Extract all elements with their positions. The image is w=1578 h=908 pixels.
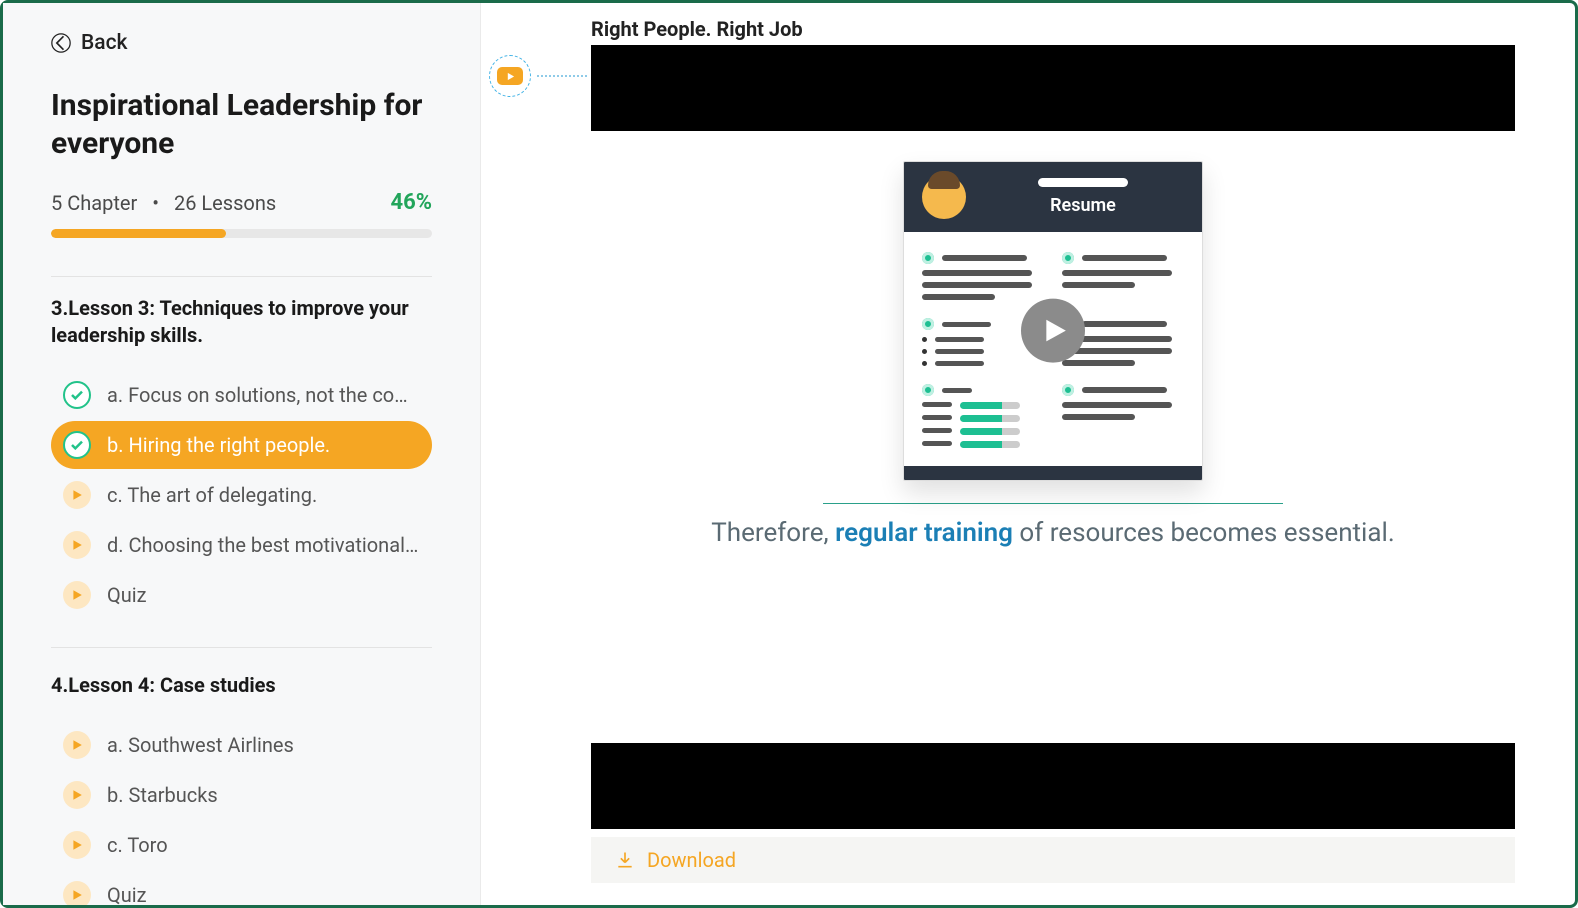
sidebar-header: Back Inspirational Leadership for everyo…	[3, 3, 480, 254]
lesson-item[interactable]: a. Focus on solutions, not the com…	[51, 371, 432, 419]
chapters-count: 5 Chapter	[51, 191, 137, 215]
section-divider	[51, 647, 432, 648]
back-icon	[51, 33, 71, 53]
avatar-icon	[922, 175, 966, 219]
course-sidebar: Back Inspirational Leadership for everyo…	[3, 3, 481, 905]
section-heading: 3.Lesson 3: Techniques to improve your l…	[51, 295, 432, 349]
back-button[interactable]: Back	[51, 31, 128, 55]
lesson-item[interactable]: Quiz	[51, 871, 432, 905]
content-title: Right People. Right Job	[591, 17, 1515, 41]
video-marker	[489, 55, 587, 97]
section-heading: 4.Lesson 4: Case studies	[51, 672, 432, 699]
lesson-item[interactable]: a. Southwest Airlines	[51, 721, 432, 769]
lesson-label: Quiz	[107, 583, 147, 607]
play-icon	[63, 731, 91, 759]
course-title: Inspirational Leadership for everyone	[51, 87, 432, 162]
slide-caption: Therefore, regular training of resources…	[711, 518, 1394, 548]
play-button[interactable]	[1021, 299, 1085, 363]
check-icon	[63, 381, 91, 409]
video-slide: Resume	[591, 131, 1515, 743]
play-icon	[63, 581, 91, 609]
progress-fill	[51, 229, 226, 238]
lessons-count: 26 Lessons	[174, 191, 276, 215]
resume-graphic: Resume	[903, 161, 1203, 481]
lesson-label: b. Hiring the right people.	[107, 433, 330, 457]
play-icon	[1042, 318, 1068, 344]
lesson-label: d. Choosing the best motivational f…	[107, 533, 420, 557]
resume-label: Resume	[982, 195, 1184, 216]
lesson-item[interactable]: c. Toro	[51, 821, 432, 869]
lesson-item[interactable]: c. The art of delegating.	[51, 471, 432, 519]
course-meta: 5 Chapter • 26 Lessons 46%	[51, 190, 432, 215]
download-label: Download	[647, 848, 736, 872]
lesson-label: c. The art of delegating.	[107, 483, 317, 507]
caption-divider	[823, 503, 1283, 504]
progress-bar	[51, 229, 432, 238]
play-icon	[63, 531, 91, 559]
lesson-label: a. Southwest Airlines	[107, 733, 294, 757]
content-main: Right People. Right Job Resume	[481, 3, 1575, 905]
play-icon	[63, 481, 91, 509]
download-button[interactable]: Download	[591, 837, 1515, 883]
video-player[interactable]: Resume	[591, 45, 1515, 829]
video-badge-icon	[489, 55, 531, 97]
lesson-item[interactable]: d. Choosing the best motivational f…	[51, 521, 432, 569]
play-icon	[63, 881, 91, 905]
check-icon	[63, 431, 91, 459]
download-icon	[615, 850, 635, 870]
lesson-item[interactable]: b. Hiring the right people.	[51, 421, 432, 469]
progress-percent: 46%	[390, 190, 432, 215]
lessons-list[interactable]: 3.Lesson 3: Techniques to improve your l…	[3, 254, 480, 905]
lesson-item[interactable]: b. Starbucks	[51, 771, 432, 819]
lesson-item[interactable]: Quiz	[51, 571, 432, 619]
play-icon	[63, 831, 91, 859]
lesson-label: c. Toro	[107, 833, 168, 857]
lesson-label: Quiz	[107, 883, 147, 905]
back-label: Back	[81, 31, 128, 55]
marker-connector	[537, 75, 587, 77]
lesson-label: b. Starbucks	[107, 783, 218, 807]
section-divider	[51, 276, 432, 277]
meta-separator: •	[152, 191, 159, 215]
lesson-label: a. Focus on solutions, not the com…	[107, 383, 420, 407]
play-icon	[63, 781, 91, 809]
